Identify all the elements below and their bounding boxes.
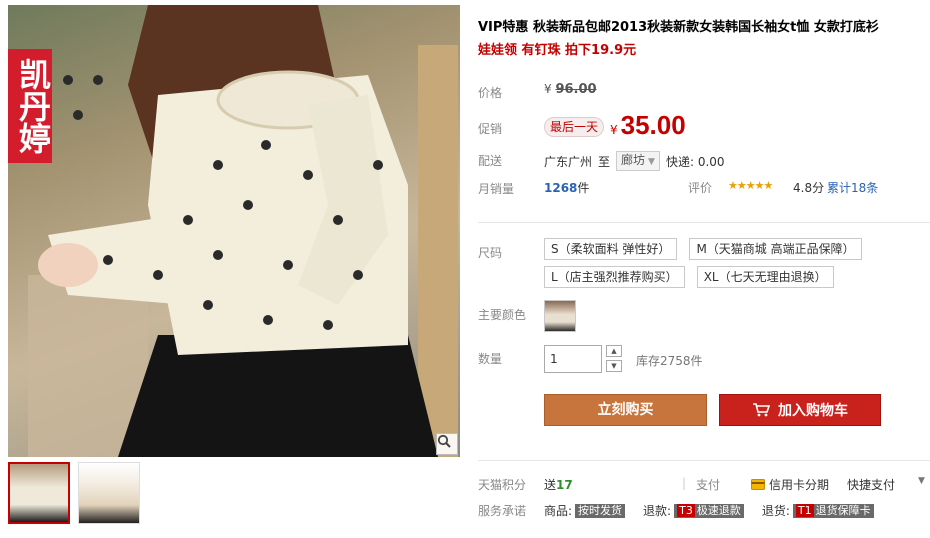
promise-tag-text: 极速退款	[696, 503, 741, 517]
divider	[478, 222, 930, 223]
points-value: 17	[556, 478, 573, 492]
vertical-divider: |	[682, 476, 687, 490]
cart-icon	[753, 403, 770, 417]
promise-tag: T3 极速退款	[674, 503, 744, 518]
service-promises: 商品: 按时发货 退款: T3 极速退款 退货: T1 退货保障卡	[544, 502, 892, 519]
shipping-from: 广东广州	[544, 154, 593, 169]
destination-value: 廊坊	[621, 153, 646, 167]
rating-score: 4.8分	[793, 181, 825, 195]
shipping-info: 广东广州 至 廊坊 ▼ 快递: 0.00	[544, 151, 725, 171]
product-subtitle: 娃娃领 有钉珠 拍下19.9元	[478, 43, 637, 58]
zoom-icon[interactable]	[436, 433, 458, 455]
divider	[478, 460, 930, 461]
main-product-image[interactable]: 凯丹婷	[8, 5, 460, 457]
credit-card-installment[interactable]: 信用卡分期	[751, 476, 829, 493]
promise-prefix: 退款:	[643, 504, 672, 518]
payment-label: 支付	[696, 478, 721, 492]
size-option-xl[interactable]: XL（七天无理由退换）	[696, 266, 834, 288]
promise-shipping[interactable]: 商品: 按时发货	[544, 502, 626, 519]
promise-tag: T1 退货保障卡	[792, 503, 874, 518]
size-option-s[interactable]: S（柔软面料 弹性好）	[544, 238, 678, 260]
product-title: VIP特惠 秋装新品包邮2013秋装新款女装韩国长袖女t恤 女款打底衫	[478, 20, 879, 35]
chevron-down-icon[interactable]: ▼	[918, 476, 925, 486]
promise-prefix: 退货:	[761, 504, 790, 518]
promise-tag: 按时发货	[575, 503, 626, 518]
size-options: S（柔软面料 弹性好） M（天猫商城 高端正品保障） L（店主强烈推荐购买） X…	[544, 238, 864, 288]
thumbnail-1[interactable]	[8, 462, 70, 524]
monthly-sales: 1268件	[544, 179, 589, 196]
quantity-decrease-icon[interactable]: ▼	[606, 360, 622, 372]
points-info: 送17	[544, 476, 573, 493]
size-option-m[interactable]: M（天猫商城 高端正品保障）	[689, 238, 862, 260]
original-price-value: 96.00	[555, 82, 597, 97]
thumbnail-strip	[8, 462, 140, 524]
color-label: 主要颜色	[478, 308, 527, 322]
buy-now-button[interactable]: 立刻购买	[544, 394, 707, 426]
currency-symbol: ¥	[610, 123, 618, 137]
rating-stars-icon: ★★★★★	[728, 179, 773, 192]
quantity-input[interactable]: 1	[544, 345, 602, 373]
add-to-cart-button[interactable]: 加入购物车	[719, 394, 881, 426]
promise-label: 服务承诺	[478, 504, 527, 518]
add-to-cart-label: 加入购物车	[778, 403, 848, 419]
promo-label: 促销	[478, 122, 503, 136]
sales-label: 月销量	[478, 182, 515, 196]
sales-count: 1268	[544, 181, 578, 195]
promise-badge: T1	[795, 503, 814, 517]
points-send: 送	[544, 478, 557, 492]
color-swatch[interactable]	[544, 300, 576, 332]
quantity-increase-icon[interactable]: ▲	[606, 345, 622, 357]
review-count-link[interactable]: 累计18条	[827, 179, 878, 196]
promise-tag-text: 按时发货	[578, 503, 623, 517]
currency-symbol: ¥	[544, 82, 552, 96]
promise-refund[interactable]: 退款: T3 极速退款	[643, 502, 744, 519]
promise-prefix: 商品:	[544, 504, 573, 518]
chevron-down-icon: ▼	[648, 157, 655, 167]
shipping-label: 配送	[478, 154, 503, 168]
size-option-l[interactable]: L（店主强烈推荐购买）	[544, 266, 685, 288]
promo-tag: 最后一天	[544, 117, 605, 137]
credit-card-label: 信用卡分期	[769, 478, 830, 492]
stock-count: 库存2758件	[636, 354, 703, 368]
shipping-fee: 快递: 0.00	[665, 154, 725, 169]
original-price: ¥ 96.00	[544, 82, 597, 97]
sales-unit: 件	[577, 181, 590, 195]
size-label: 尺码	[478, 246, 503, 260]
thumbnail-2[interactable]	[78, 462, 140, 524]
rating-label: 评价	[688, 181, 713, 195]
promo-price: ¥35.00	[610, 110, 686, 141]
quick-pay[interactable]: 快捷支付	[847, 476, 895, 493]
promise-return[interactable]: 退货: T1 退货保障卡	[762, 502, 874, 519]
shipping-to-word: 至	[598, 154, 611, 169]
quantity-label: 数量	[478, 352, 503, 366]
promo-price-value: 35.00	[620, 110, 686, 140]
brand-badge: 凯丹婷	[8, 49, 52, 163]
points-label: 天猫积分	[478, 478, 527, 492]
destination-select[interactable]: 廊坊 ▼	[616, 151, 660, 171]
credit-card-icon	[751, 479, 765, 490]
product-photo-illustration	[28, 5, 458, 457]
promise-tag-text: 退货保障卡	[815, 503, 871, 517]
price-label: 价格	[478, 86, 503, 100]
promise-badge: T3	[677, 503, 695, 517]
